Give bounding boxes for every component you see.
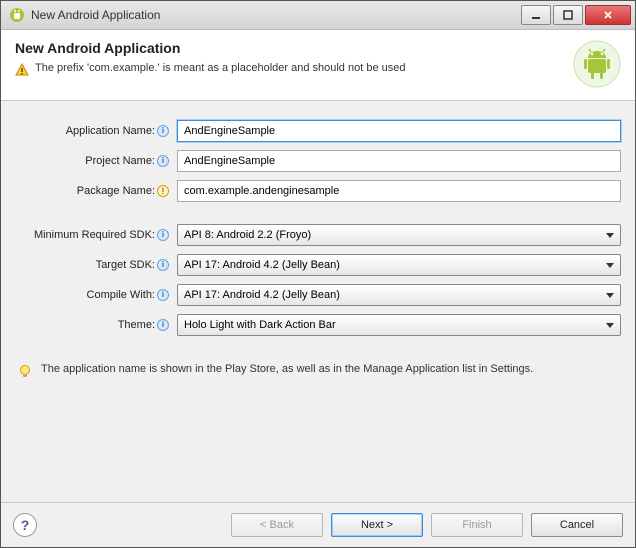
info-icon[interactable]: i bbox=[157, 125, 169, 137]
dialog-window: New Android Application New Android Appl… bbox=[0, 0, 636, 548]
hint-text: The application name is shown in the Pla… bbox=[41, 363, 533, 375]
compile-with-select[interactable]: API 17: Android 4.2 (Jelly Bean) bbox=[177, 284, 621, 306]
help-button[interactable]: ? bbox=[13, 513, 37, 537]
back-button[interactable]: < Back bbox=[231, 513, 323, 537]
theme-select[interactable]: Holo Light with Dark Action Bar bbox=[177, 314, 621, 336]
window-title: New Android Application bbox=[31, 8, 519, 22]
target-sdk-select[interactable]: API 17: Android 4.2 (Jelly Bean) bbox=[177, 254, 621, 276]
warning-icon bbox=[15, 63, 29, 77]
info-icon[interactable]: i bbox=[157, 319, 169, 331]
compile-with-label: Compile With:i bbox=[15, 289, 171, 301]
page-title: New Android Application bbox=[15, 40, 573, 56]
wizard-header: New Android Application The prefix 'com.… bbox=[1, 30, 635, 101]
warning-dot-icon[interactable]: ! bbox=[157, 185, 169, 197]
info-icon[interactable]: i bbox=[157, 289, 169, 301]
maximize-button[interactable] bbox=[553, 5, 583, 25]
titlebar[interactable]: New Android Application bbox=[1, 1, 635, 30]
package-name-input[interactable] bbox=[177, 180, 621, 202]
close-button[interactable] bbox=[585, 5, 631, 25]
project-name-input[interactable] bbox=[177, 150, 621, 172]
hint-area: The application name is shown in the Pla… bbox=[1, 349, 635, 393]
warning-message: The prefix 'com.example.' is meant as a … bbox=[35, 62, 405, 74]
package-name-label: Package Name:! bbox=[15, 185, 171, 197]
finish-button[interactable]: Finish bbox=[431, 513, 523, 537]
info-icon[interactable]: i bbox=[157, 259, 169, 271]
lightbulb-icon bbox=[17, 363, 33, 379]
info-icon[interactable]: i bbox=[157, 229, 169, 241]
min-sdk-label: Minimum Required SDK:i bbox=[15, 229, 171, 241]
content-area: New Android Application The prefix 'com.… bbox=[1, 30, 635, 547]
cancel-button[interactable]: Cancel bbox=[531, 513, 623, 537]
min-sdk-select[interactable]: API 8: Android 2.2 (Froyo) bbox=[177, 224, 621, 246]
form-area: Application Name:i Project Name:i Packag… bbox=[1, 101, 635, 349]
android-logo-icon bbox=[573, 40, 621, 88]
app-name-label: Application Name:i bbox=[15, 125, 171, 137]
minimize-button[interactable] bbox=[521, 5, 551, 25]
next-button[interactable]: Next > bbox=[331, 513, 423, 537]
app-icon bbox=[9, 7, 25, 23]
theme-label: Theme:i bbox=[15, 319, 171, 331]
application-name-input[interactable] bbox=[177, 120, 621, 142]
target-sdk-label: Target SDK:i bbox=[15, 259, 171, 271]
project-name-label: Project Name:i bbox=[15, 155, 171, 167]
button-bar: ? < Back Next > Finish Cancel bbox=[1, 502, 635, 547]
info-icon[interactable]: i bbox=[157, 155, 169, 167]
